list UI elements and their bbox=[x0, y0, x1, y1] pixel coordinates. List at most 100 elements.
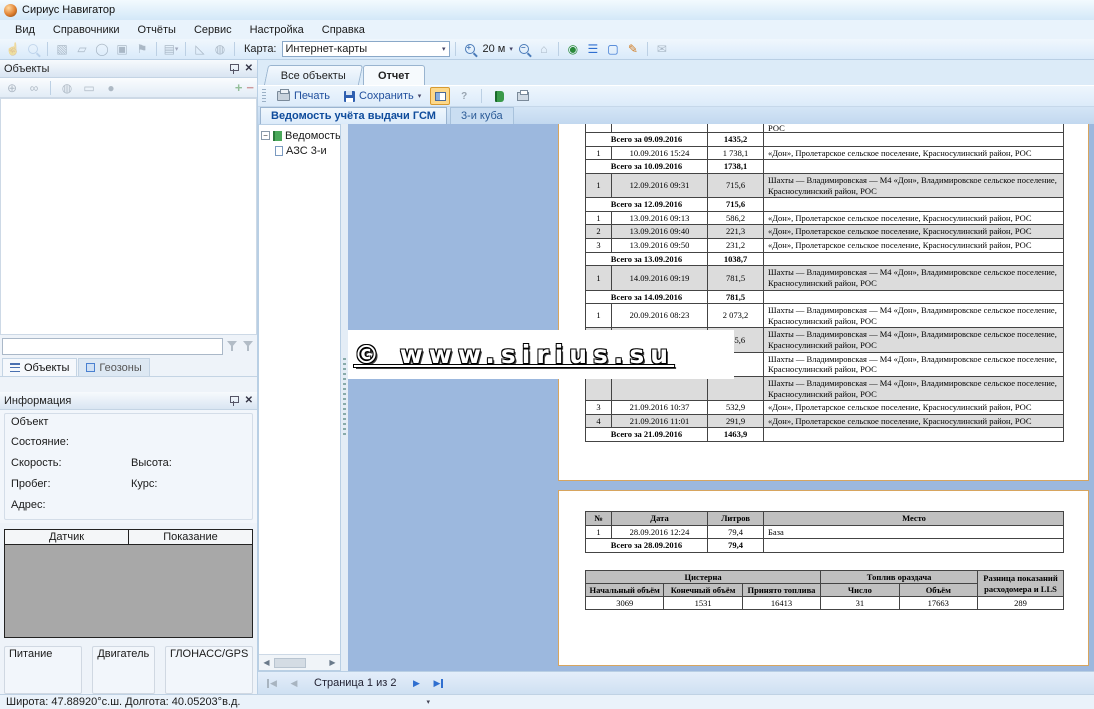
print-button[interactable]: Печать bbox=[272, 88, 335, 104]
help-button[interactable]: ? bbox=[454, 87, 474, 105]
filter-clear-icon[interactable] bbox=[242, 340, 255, 352]
panel-splitter[interactable] bbox=[341, 124, 348, 671]
tree-node-child[interactable]: АЗС 3-и bbox=[261, 143, 340, 158]
add-object-icon[interactable]: + bbox=[235, 80, 243, 95]
table-row: 3 13.09.2016 09:50 231,2 «Дон», Пролетар… bbox=[586, 239, 1064, 253]
title-bar: Сириус Навигатор bbox=[0, 0, 1094, 20]
tab-report[interactable]: Отчет bbox=[363, 65, 425, 85]
tab-geozones[interactable]: Геозоны bbox=[78, 358, 149, 376]
home-icon[interactable]: ⌂ bbox=[535, 41, 553, 58]
geozone-tool-icon[interactable]: ▢ bbox=[604, 41, 622, 58]
tree-horizontal-scrollbar[interactable]: ◀ ▶ bbox=[259, 654, 340, 670]
remove-object-icon[interactable]: − bbox=[246, 80, 254, 95]
scrollbar-thumb[interactable] bbox=[274, 658, 306, 668]
report-content: − Ведомость АЗС 3-и ◀ ▶ bbox=[258, 124, 1094, 671]
report-viewer[interactable]: РОС Всего за 09.09.2016 1435,2 bbox=[348, 124, 1094, 671]
report-book-button[interactable] bbox=[489, 87, 509, 105]
zoom-tool-icon[interactable] bbox=[24, 41, 42, 58]
menu-item[interactable]: Вид bbox=[6, 22, 44, 38]
objects-panel-header: Объекты ✕ bbox=[0, 60, 257, 78]
layers-icon[interactable]: ▤▾ bbox=[162, 41, 180, 58]
menu-item[interactable]: Справка bbox=[313, 22, 374, 38]
close-icon[interactable]: ✕ bbox=[245, 395, 253, 406]
tab-all-objects[interactable]: Все объекты bbox=[264, 65, 363, 85]
edit-notes-icon[interactable]: ✎ bbox=[624, 41, 642, 58]
collapse-icon[interactable]: − bbox=[261, 131, 270, 140]
chevron-down-icon: ▾ bbox=[442, 45, 446, 53]
objects-tree-area[interactable] bbox=[0, 98, 257, 335]
point-icon[interactable]: ● bbox=[102, 79, 120, 96]
globe-color-icon[interactable]: ◉ bbox=[564, 41, 582, 58]
fuel-issue-table: РОС Всего за 09.09.2016 1435,2 bbox=[585, 124, 1064, 442]
tab-report-gsm[interactable]: Ведомость учёта выдачи ГСМ bbox=[260, 107, 447, 124]
total-row: Всего за 28.09.2016 79,4 bbox=[586, 539, 1064, 553]
toolbar-separator bbox=[47, 42, 48, 56]
scroll-right-icon[interactable]: ▶ bbox=[325, 658, 340, 667]
preview-icon bbox=[517, 92, 529, 101]
info-panel-header: Информация ✕ bbox=[0, 392, 257, 410]
scroll-left-icon[interactable]: ◀ bbox=[259, 658, 274, 667]
panel-gap bbox=[0, 377, 257, 392]
pin-icon[interactable] bbox=[228, 63, 239, 74]
toolbar-grip[interactable] bbox=[262, 89, 266, 103]
print-preview-button[interactable] bbox=[513, 87, 533, 105]
select-square-icon[interactable]: ▣ bbox=[113, 41, 131, 58]
zoom-scale-value[interactable]: 20 м bbox=[483, 43, 506, 55]
vehicle-icon[interactable]: ▭ bbox=[80, 79, 98, 96]
pan-icon[interactable]: ☝ bbox=[4, 41, 22, 58]
menu-item[interactable]: Отчёты bbox=[129, 22, 185, 38]
track-object-icon[interactable]: ⊕ bbox=[3, 79, 21, 96]
prev-page-button[interactable]: ◀ bbox=[284, 674, 304, 692]
select-circle-icon[interactable]: ◯ bbox=[93, 41, 111, 58]
select-polygon-icon[interactable]: ▱ bbox=[73, 41, 91, 58]
mail-icon[interactable]: ✉ bbox=[653, 41, 671, 58]
report-toolbar: Печать Сохранить ▾ ? bbox=[258, 85, 1094, 107]
measure-icon[interactable]: ◺ bbox=[191, 41, 209, 58]
speed-label: Скорость: bbox=[11, 457, 131, 469]
globe-track-icon[interactable]: ◍ bbox=[58, 79, 76, 96]
total-row: Всего за 09.09.2016 1435,2 bbox=[586, 133, 1064, 147]
table-row: 1 13.09.2016 09:13 586,2 «Дон», Пролетар… bbox=[586, 211, 1064, 225]
toolbar-separator bbox=[156, 42, 157, 56]
table-row: РОС bbox=[586, 124, 1064, 133]
filter-icon[interactable] bbox=[226, 340, 239, 352]
pin-icon[interactable] bbox=[228, 395, 239, 406]
toggle-tree-panel-button[interactable] bbox=[430, 87, 450, 105]
menu-item[interactable]: Настройка bbox=[241, 22, 313, 38]
total-row: Всего за 10.09.2016 1738,1 bbox=[586, 160, 1064, 174]
close-icon[interactable]: ✕ bbox=[245, 63, 253, 74]
document-icon bbox=[275, 146, 283, 156]
object-list-icon[interactable]: ☰ bbox=[584, 41, 602, 58]
zoom-in-icon[interactable]: + bbox=[461, 41, 479, 58]
tab-report-cube[interactable]: 3-и куба bbox=[450, 107, 514, 124]
object-filter-input[interactable] bbox=[2, 338, 223, 355]
next-page-button[interactable]: ▶ bbox=[406, 674, 426, 692]
panel-icon bbox=[435, 92, 446, 101]
select-rect-icon[interactable]: ▧ bbox=[53, 41, 71, 58]
zoom-out-icon[interactable]: − bbox=[515, 41, 533, 58]
map-combobox-value: Интернет-карты bbox=[286, 43, 368, 55]
menu-item[interactable]: Справочники bbox=[44, 22, 129, 38]
report-page-2: № Дата Литров Место 1 bbox=[558, 490, 1089, 666]
table-row: 1 12.09.2016 09:31 715,6 Шахты — Владими… bbox=[586, 173, 1064, 197]
objects-toolbar: ⊕ ∞ ◍ ▭ ● + − bbox=[0, 78, 257, 98]
left-sidebar: Объекты ✕ ⊕ ∞ ◍ ▭ ● + − Объекты bbox=[0, 60, 258, 694]
zoom-scale-dropdown-icon[interactable]: ▾ bbox=[509, 45, 513, 53]
map-combobox[interactable]: Интернет-карты ▾ bbox=[282, 41, 450, 57]
flag-icon[interactable]: ⚑ bbox=[133, 41, 151, 58]
save-dropdown-icon[interactable]: ▾ bbox=[418, 92, 422, 100]
last-page-button[interactable]: ▶ bbox=[428, 674, 448, 692]
status-dropdown-icon[interactable]: ▾ bbox=[426, 698, 430, 706]
gps-groupbox: ГЛОНАСС/GPS bbox=[165, 646, 253, 694]
menu-item[interactable]: Сервис bbox=[185, 22, 241, 38]
save-button[interactable]: Сохранить ▾ bbox=[339, 88, 426, 104]
tree-node-root[interactable]: − Ведомость bbox=[261, 128, 340, 143]
table-row: 1 20.09.2016 08:23 2 073,2 Шахты — Влади… bbox=[586, 304, 1064, 328]
question-icon: ? bbox=[461, 91, 467, 102]
filter-row bbox=[0, 335, 257, 357]
first-page-button[interactable]: ◀ bbox=[262, 674, 282, 692]
binoculars-icon[interactable]: ∞ bbox=[25, 79, 43, 96]
tab-objects[interactable]: Объекты bbox=[2, 358, 77, 376]
table-header-row: № Дата Литров Место bbox=[586, 512, 1064, 526]
globe-gray-icon[interactable]: ◍ bbox=[211, 41, 229, 58]
